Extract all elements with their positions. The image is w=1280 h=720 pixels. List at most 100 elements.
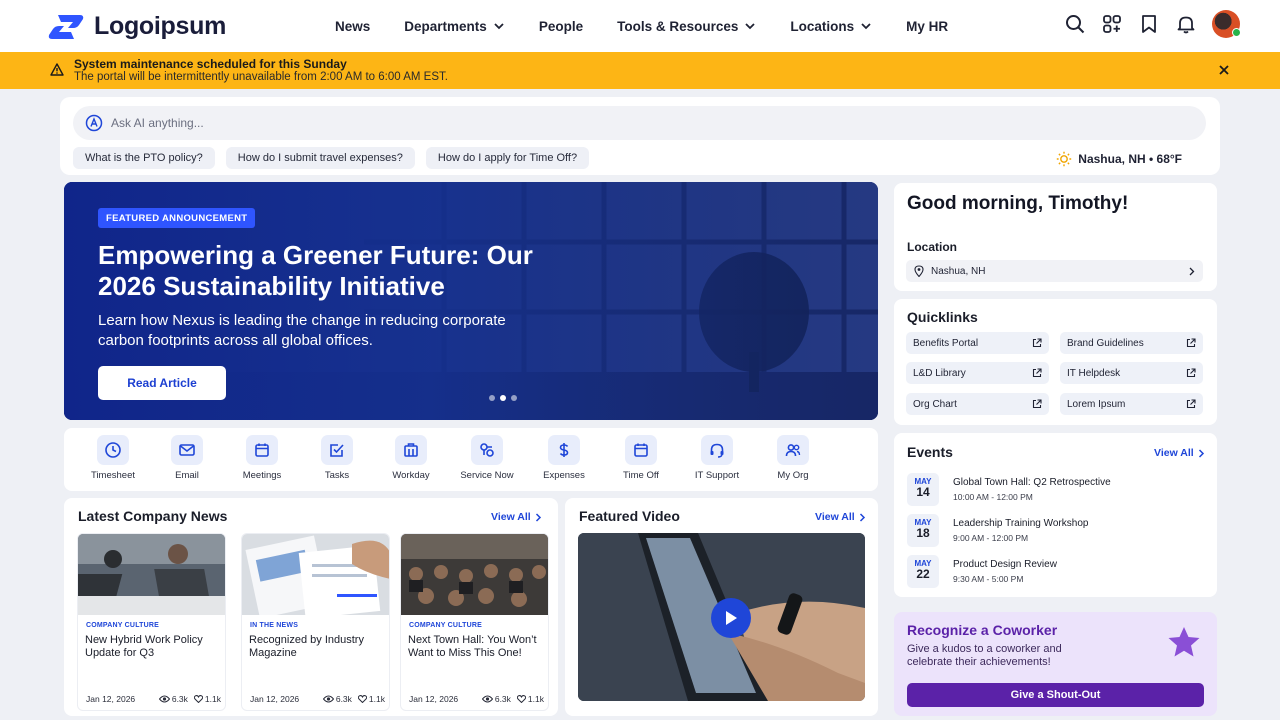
quicklink-label: Org Chart (913, 398, 957, 410)
nav-locations[interactable]: Locations (790, 19, 872, 34)
event-item[interactable]: MAY 22 Product Design Review 9:30 AM - 5:… (907, 555, 1207, 588)
view-all-label: View All (1154, 447, 1194, 459)
event-item[interactable]: MAY 18 Leadership Training Workshop 9:00 … (907, 514, 1207, 547)
nav-my-hr[interactable]: My HR (906, 19, 948, 34)
app-label: IT Support (694, 470, 740, 481)
featured-video-card: Featured Video View All (565, 498, 878, 716)
app-workday[interactable]: Workday (376, 435, 446, 481)
main-nav: News Departments People Tools & Resource… (335, 0, 982, 52)
app-label: My Org (777, 470, 809, 481)
nav-news[interactable]: News (335, 19, 370, 34)
carousel-dot[interactable] (489, 395, 495, 401)
app-my-org[interactable]: My Org (758, 435, 828, 481)
carousel-dot-active[interactable] (500, 395, 506, 401)
location-selector[interactable]: Nashua, NH (906, 260, 1203, 282)
news-article-3[interactable]: COMPANY CULTURE Next Town Hall: You Won’… (400, 533, 549, 711)
quicklink-lorem-ipsum[interactable]: Lorem Ipsum (1060, 393, 1203, 415)
event-time: 10:00 AM - 12:00 PM (953, 492, 1033, 502)
video-view-all-link[interactable]: View All (815, 511, 866, 523)
chevron-down-icon (745, 23, 756, 30)
nav-label: Tools & Resources (617, 18, 739, 34)
article-likes: 1.1k (516, 694, 544, 704)
app-tasks[interactable]: Tasks (302, 435, 372, 481)
quicklink-ld-library[interactable]: L&D Library (906, 362, 1049, 384)
give-shout-out-button[interactable]: Give a Shout-Out (907, 683, 1204, 707)
eye-icon (481, 695, 493, 703)
nav-departments[interactable]: Departments (404, 19, 505, 34)
article-likes: 1.1k (357, 694, 385, 704)
external-link-icon (1186, 399, 1196, 409)
app-meetings[interactable]: Meetings (227, 435, 297, 481)
eye-icon (322, 695, 334, 703)
quicklink-benefits-portal[interactable]: Benefits Portal (906, 332, 1049, 354)
article-likes: 1.1k (193, 694, 221, 704)
bookmark-icon[interactable] (1138, 13, 1160, 35)
quicklink-label: L&D Library (913, 367, 966, 379)
nav-people[interactable]: People (539, 19, 583, 34)
chevron-right-icon (1198, 448, 1204, 458)
app-expenses[interactable]: Expenses (529, 435, 599, 481)
nav-tools-resources[interactable]: Tools & Resources (617, 19, 756, 34)
latest-news-card: Latest Company News View All COMPANY CUL… (64, 498, 558, 716)
suggestion-chip[interactable]: What is the PTO policy? (73, 147, 215, 169)
article-date: Jan 12, 2026 (250, 694, 300, 704)
logo[interactable]: Logoipsum (46, 12, 226, 41)
clock-icon (105, 442, 121, 458)
calendar-icon (634, 443, 648, 457)
bell-icon[interactable] (1175, 13, 1197, 35)
events-title: Events (907, 444, 953, 460)
quicklink-it-helpdesk[interactable]: IT Helpdesk (1060, 362, 1203, 384)
banner-title: System maintenance scheduled for this Su… (74, 57, 347, 71)
video-player[interactable] (578, 533, 865, 701)
article-views: 6.3k (481, 694, 511, 704)
ai-search-input[interactable]: Ask AI anything... (73, 106, 1206, 140)
play-button[interactable] (711, 598, 751, 638)
suggestion-chip[interactable]: How do I apply for Time Off? (425, 147, 590, 169)
event-day: 18 (916, 526, 930, 540)
likes-count: 1.1k (368, 694, 385, 704)
external-link-icon (1032, 399, 1042, 409)
view-all-label: View All (491, 511, 531, 523)
featured-announcement: FEATURED ANNOUNCEMENT Empowering a Green… (64, 182, 878, 420)
event-item[interactable]: MAY 14 Global Town Hall: Q2 Retrospective… (907, 473, 1207, 506)
chevron-right-icon (1189, 267, 1195, 275)
search-icon[interactable] (1064, 13, 1086, 35)
heart-icon (357, 695, 367, 703)
event-date-badge: MAY 22 (907, 555, 939, 588)
views-count: 6.3k (494, 694, 511, 704)
news-title: Latest Company News (78, 508, 228, 524)
read-article-button[interactable]: Read Article (98, 366, 226, 400)
suggestion-chip[interactable]: How do I submit travel expenses? (225, 147, 415, 169)
avatar[interactable] (1212, 10, 1241, 38)
hero-title: Empowering a Greener Future: Our 2026 Su… (98, 240, 533, 301)
carousel-dot[interactable] (511, 395, 517, 401)
quicklink-label: Lorem Ipsum (1067, 398, 1126, 410)
app-shortcuts: Timesheet Email Meetings Tasks Workday S… (64, 428, 878, 491)
events-view-all-link[interactable]: View All (1154, 447, 1205, 459)
app-timesheet[interactable]: Timesheet (78, 435, 148, 481)
app-it-support[interactable]: IT Support (682, 435, 752, 481)
quicklink-brand-guidelines[interactable]: Brand Guidelines (1060, 332, 1203, 354)
news-article-1[interactable]: COMPANY CULTURE New Hybrid Work Policy U… (77, 533, 226, 711)
app-email[interactable]: Email (152, 435, 222, 481)
ai-suggestions: What is the PTO policy? How do I submit … (73, 147, 590, 169)
article-category: COMPANY CULTURE (409, 622, 482, 629)
event-time: 9:30 AM - 5:00 PM (953, 574, 1024, 584)
app-service-now[interactable]: Service Now (452, 435, 522, 481)
apps-icon[interactable] (1101, 13, 1123, 35)
app-time-off[interactable]: Time Off (606, 435, 676, 481)
warning-icon (50, 63, 64, 76)
ai-icon (85, 114, 103, 132)
hero-subtitle: Learn how Nexus is leading the change in… (98, 312, 506, 349)
news-view-all-link[interactable]: View All (491, 511, 542, 523)
quicklink-org-chart[interactable]: Org Chart (906, 393, 1049, 415)
news-article-2[interactable]: IN THE NEWS Recognized by Industry Magaz… (241, 533, 390, 711)
app-label: Email (175, 470, 199, 481)
building-icon (404, 443, 418, 457)
event-day: 14 (916, 485, 930, 499)
nav-label: Locations (790, 18, 855, 34)
close-icon[interactable] (1218, 64, 1230, 76)
calendar-icon (255, 443, 269, 457)
chevron-down-icon (494, 23, 504, 30)
event-day: 22 (916, 567, 930, 581)
